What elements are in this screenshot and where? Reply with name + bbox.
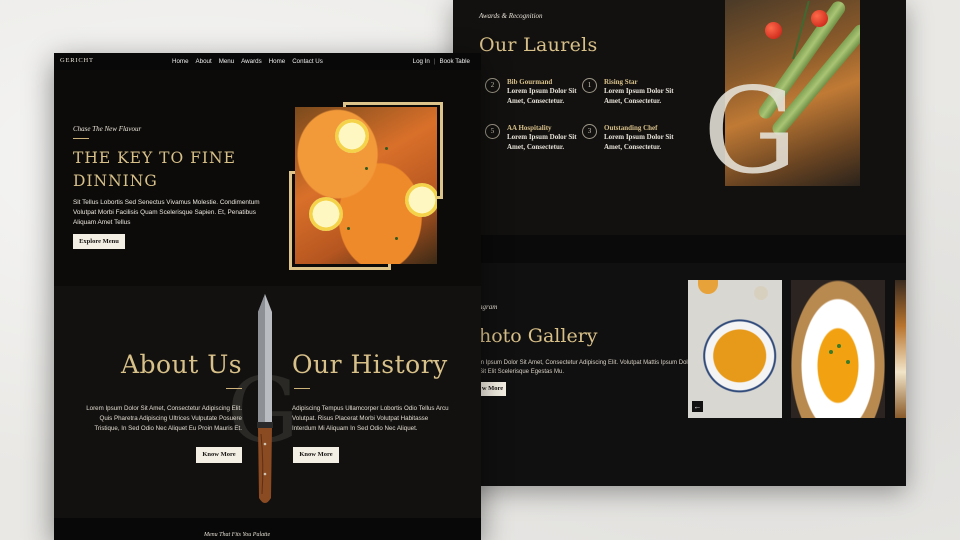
award-number: 5 xyxy=(485,124,500,139)
laurels-section: Awards & Recognition Our Laurels 2 Bib G… xyxy=(453,0,906,235)
hero-title: THE KEY TO FINE DINNING xyxy=(73,149,236,190)
award-desc: Lorem Ipsum Dolor Sit Amet, Consectetur. xyxy=(507,133,577,151)
spoon-divider-icon xyxy=(294,388,310,389)
hero-eyebrow: Chase The New Flavour xyxy=(73,125,142,133)
nav-link-home-2[interactable]: Home xyxy=(269,58,286,65)
herb xyxy=(395,237,398,240)
top-nav: GERICHT Home About Menu Awards Home Cont… xyxy=(54,53,481,70)
gallery-title: hoto Gallery xyxy=(479,325,598,347)
nav-link-contact[interactable]: Contact Us xyxy=(292,58,323,65)
award-title: Outstanding Chef xyxy=(604,124,658,132)
award-desc: Lorem Ipsum Dolor Sit Amet, Consectetur. xyxy=(507,87,577,105)
gallery-prev-arrow-icon[interactable]: ← xyxy=(692,401,703,412)
menu-teaser-strip: Menu That Fits You Palatte xyxy=(54,518,481,540)
tomato xyxy=(765,22,782,39)
laurels-gallery-page: Awards & Recognition Our Laurels 2 Bib G… xyxy=(453,0,906,486)
nav-link-about[interactable]: About xyxy=(196,58,212,65)
nav-link-menu[interactable]: Menu xyxy=(219,58,234,65)
about-text: Lorem Ipsum Dolor Sit Amet, Consectetur … xyxy=(86,405,242,432)
nav-link-home[interactable]: Home xyxy=(172,58,189,65)
spoon-divider-icon xyxy=(226,388,242,389)
nav-links: Home About Menu Awards Home Contact Us xyxy=(172,58,323,65)
herb xyxy=(829,350,833,354)
home-page: GERICHT Home About Menu Awards Home Cont… xyxy=(54,53,481,540)
salmon-photo xyxy=(295,107,437,264)
login-link[interactable]: Log In xyxy=(413,58,430,65)
gallery-text: m Ipsum Dolor Sit Amet, Consectetur Adip… xyxy=(479,360,694,375)
gallery-view-more-button[interactable]: w More xyxy=(479,382,506,396)
lemon-slice xyxy=(309,197,343,231)
award-title: AA Hospitality xyxy=(507,124,552,132)
history-title: Our History xyxy=(292,350,448,379)
photo-gallery-section: agram hoto Gallery m Ipsum Dolor Sit Ame… xyxy=(453,263,906,486)
herb xyxy=(837,344,841,348)
herb xyxy=(846,360,850,364)
gallery-eyebrow: agram xyxy=(479,303,498,311)
award-number: 1 xyxy=(582,78,597,93)
seeds-bowl xyxy=(754,286,768,300)
award-desc: Lorem Ipsum Dolor Sit Amet, Consectetur. xyxy=(604,87,674,105)
herb xyxy=(347,227,350,230)
section-divider xyxy=(453,235,906,263)
logo[interactable]: GERICHT xyxy=(60,57,94,64)
award-number: 2 xyxy=(485,78,500,93)
spoon-divider-icon xyxy=(73,138,89,139)
next-photo-sliver[interactable] xyxy=(895,280,906,418)
chef-knife-icon xyxy=(257,294,273,503)
about-history-section: G About Us Lorem Ipsum Dolor Sit Amet, C… xyxy=(54,286,481,518)
hero-text: Sit Tellus Lobortis Sed Senectus Vivamus… xyxy=(73,199,260,226)
award-title: Rising Star xyxy=(604,78,638,86)
award-number: 3 xyxy=(582,124,597,139)
herb xyxy=(385,147,388,150)
explore-menu-button[interactable]: Explore Menu xyxy=(73,234,125,249)
award-title: Bib Gourmand xyxy=(507,78,553,86)
laurels-title: Our Laurels xyxy=(479,34,598,56)
nav-separator: | xyxy=(433,57,436,65)
history-text: Adipiscing Tempus Ullamcorper Lobortis O… xyxy=(292,405,449,432)
about-title: About Us xyxy=(121,350,243,379)
egg-toast-photo[interactable] xyxy=(791,280,885,418)
nav-actions: Log In | Book Table xyxy=(413,58,470,65)
laurels-eyebrow: Awards & Recognition xyxy=(479,12,543,20)
tomato xyxy=(811,10,828,27)
menu-teaser-text: Menu That Fits You Palatte xyxy=(204,532,271,538)
history-know-more-button[interactable]: Know More xyxy=(293,447,339,463)
chicken-asparagus-photo xyxy=(725,0,860,186)
soup-photo[interactable]: ← xyxy=(688,280,782,418)
award-desc: Lorem Ipsum Dolor Sit Amet, Consectetur. xyxy=(604,133,674,151)
about-know-more-button[interactable]: Know More xyxy=(196,447,242,463)
lemon-slice xyxy=(335,119,369,153)
lemon-slice xyxy=(405,183,437,217)
spoon xyxy=(698,280,718,294)
book-table-link[interactable]: Book Table xyxy=(439,58,470,65)
nav-link-awards[interactable]: Awards xyxy=(241,58,262,65)
hero-section: Chase The New Flavour THE KEY TO FINE DI… xyxy=(54,70,481,286)
herb xyxy=(365,167,368,170)
